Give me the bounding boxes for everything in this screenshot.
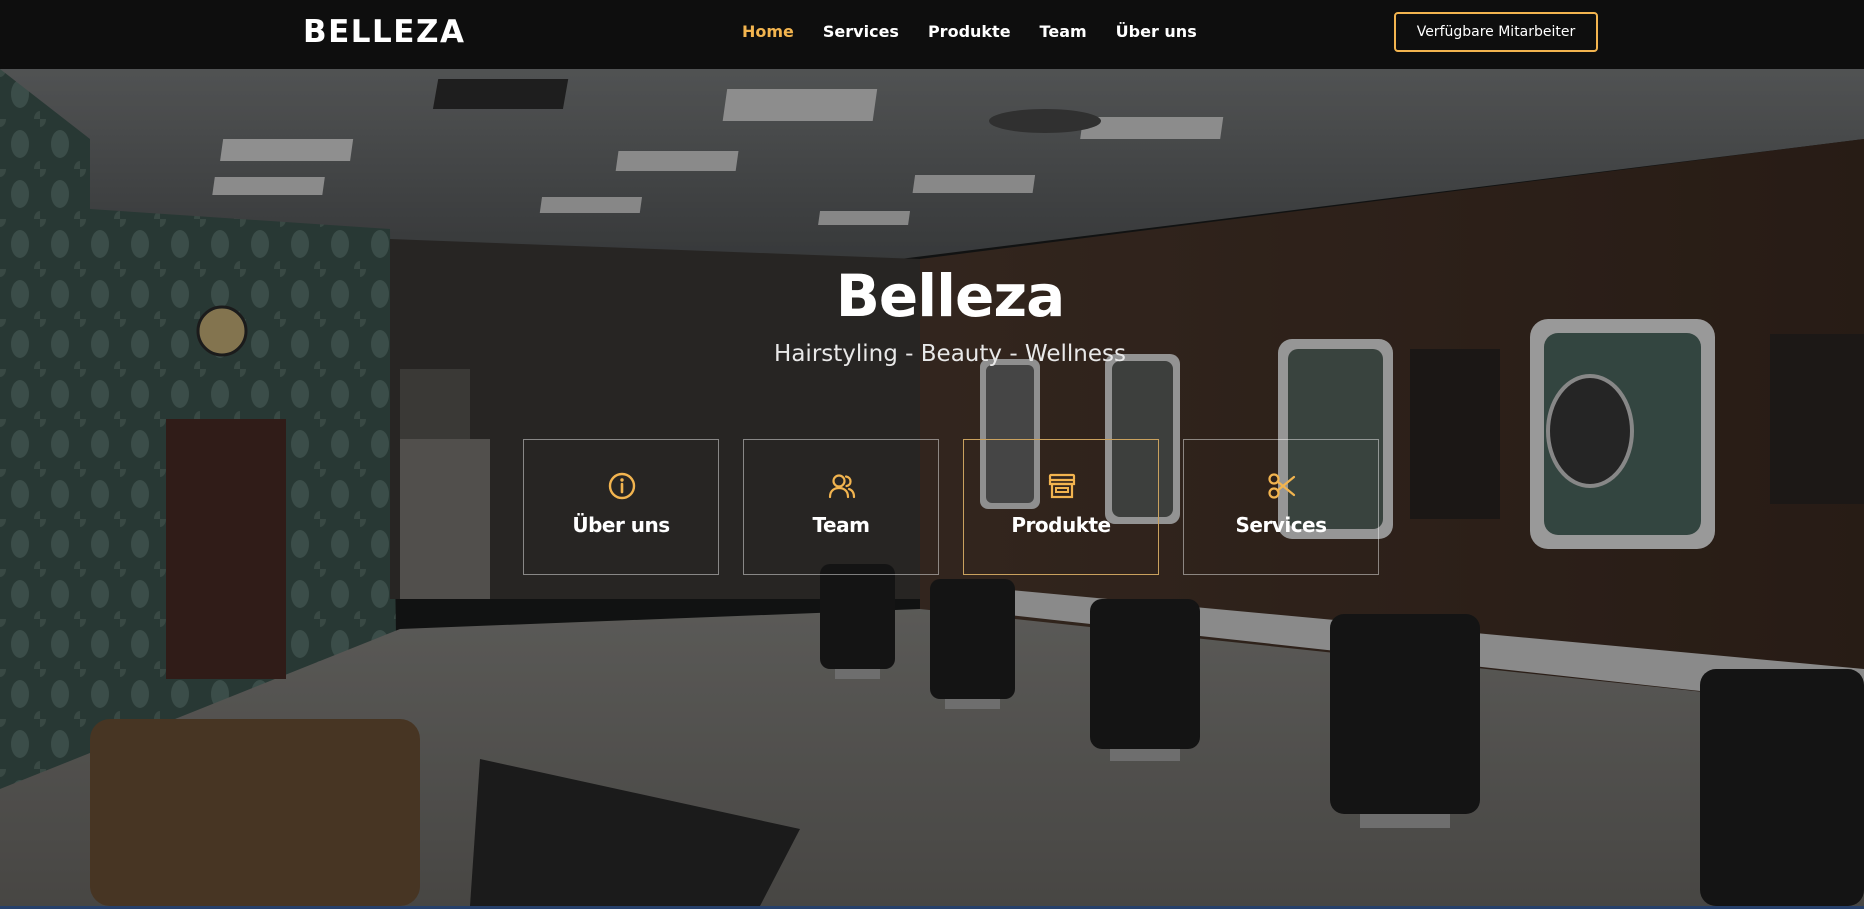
tile-label: Über uns — [572, 513, 670, 537]
quick-links: Über uns Team Produkte Services — [523, 439, 1403, 575]
logo[interactable]: BELLEZA — [303, 14, 465, 50]
site-header: BELLEZA Home Services Produkte Team Über… — [0, 0, 1864, 69]
tile-services[interactable]: Services — [1183, 439, 1379, 575]
available-staff-button[interactable]: Verfügbare Mitarbeiter — [1394, 12, 1598, 52]
main-nav: Home Services Produkte Team Über uns — [742, 22, 1226, 42]
hero-subtitle: Hairstyling - Beauty - Wellness — [774, 341, 1126, 367]
nav-home[interactable]: Home — [742, 22, 794, 42]
tile-label: Produkte — [1011, 513, 1111, 537]
info-icon — [608, 472, 636, 500]
scissors-icon — [1268, 473, 1296, 499]
tile-label: Team — [812, 513, 870, 537]
store-icon — [1048, 473, 1076, 499]
nav-ueber-uns[interactable]: Über uns — [1116, 22, 1197, 42]
tile-ueber-uns[interactable]: Über uns — [523, 439, 719, 575]
nav-services[interactable]: Services — [823, 22, 899, 42]
tile-team[interactable]: Team — [743, 439, 939, 575]
users-icon — [828, 474, 856, 499]
nav-team[interactable]: Team — [1040, 22, 1087, 42]
tile-label: Services — [1235, 513, 1327, 537]
nav-produkte[interactable]: Produkte — [928, 22, 1011, 42]
hero-title: Belleza — [835, 262, 1066, 330]
tile-produkte[interactable]: Produkte — [963, 439, 1159, 575]
